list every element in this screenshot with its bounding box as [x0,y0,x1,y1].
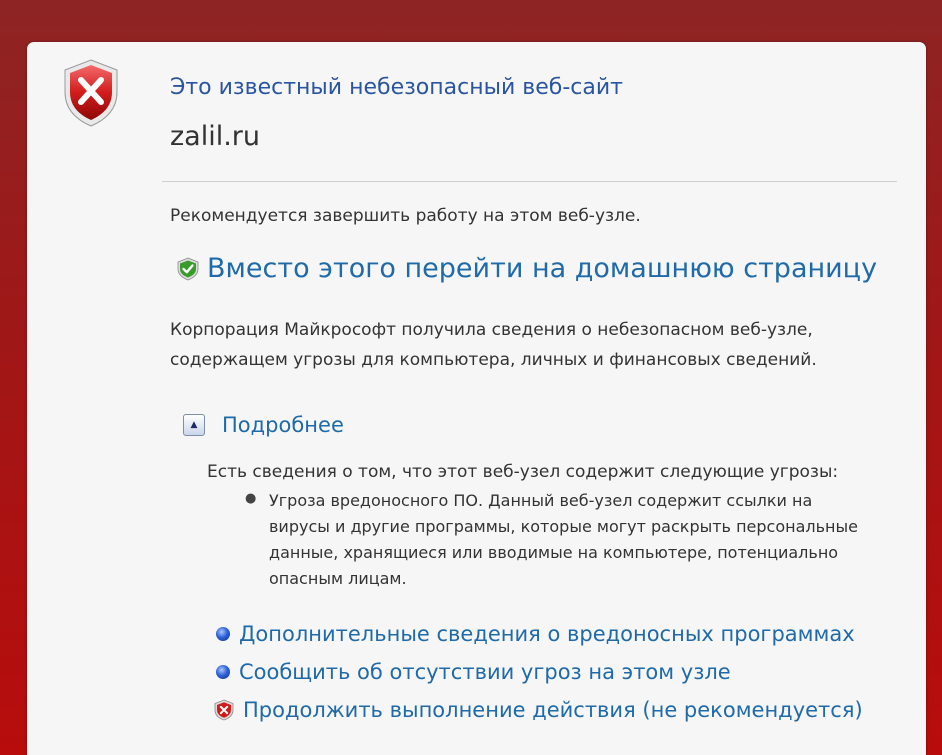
warning-panel: Это известный небезопасный веб-сайт zali… [27,42,926,755]
blue-orb-icon [216,665,230,679]
continue-unsafe-link-label: Продолжить выполнение действия (не реком… [243,698,863,722]
malware-info-link[interactable]: Дополнительные сведения о вредоносных пр… [216,622,855,646]
red-shield-icon [214,699,234,721]
list-item: ● Угроза вредоносного ПО. Данный веб-узе… [245,488,875,592]
bullet-icon: ● [245,491,257,506]
threat-text: Угроза вредоносного ПО. Данный веб-узел … [269,491,858,588]
more-info-toggle[interactable]: ▲ Подробнее [183,413,344,437]
continue-unsafe-link[interactable]: Продолжить выполнение действия (не реком… [214,698,863,722]
malware-info-link-label: Дополнительные сведения о вредоносных пр… [239,622,855,646]
report-safe-link-label: Сообщить об отсутствии угроз на этом узл… [239,660,731,684]
divider [162,181,897,182]
more-info-label: Подробнее [222,413,344,437]
threats-heading: Есть сведения о том, что этот веб-узел с… [207,462,839,482]
red-shield-x-icon [64,59,118,127]
blue-orb-icon [216,627,230,641]
description-text: Корпорация Майкрософт получила сведения … [170,320,817,370]
green-shield-check-icon [177,257,199,280]
report-safe-link[interactable]: Сообщить об отсутствии угроз на этом узл… [216,660,731,684]
recommendation-text: Рекомендуется завершить работу на этом в… [170,206,641,226]
collapse-arrow-icon: ▲ [183,414,205,436]
go-home-link[interactable]: Вместо этого перейти на домашнюю страниц… [177,253,877,284]
site-address: zalil.ru [170,121,261,152]
page-title: Это известный небезопасный веб-сайт [170,75,623,100]
go-home-link-label: Вместо этого перейти на домашнюю страниц… [207,253,878,284]
